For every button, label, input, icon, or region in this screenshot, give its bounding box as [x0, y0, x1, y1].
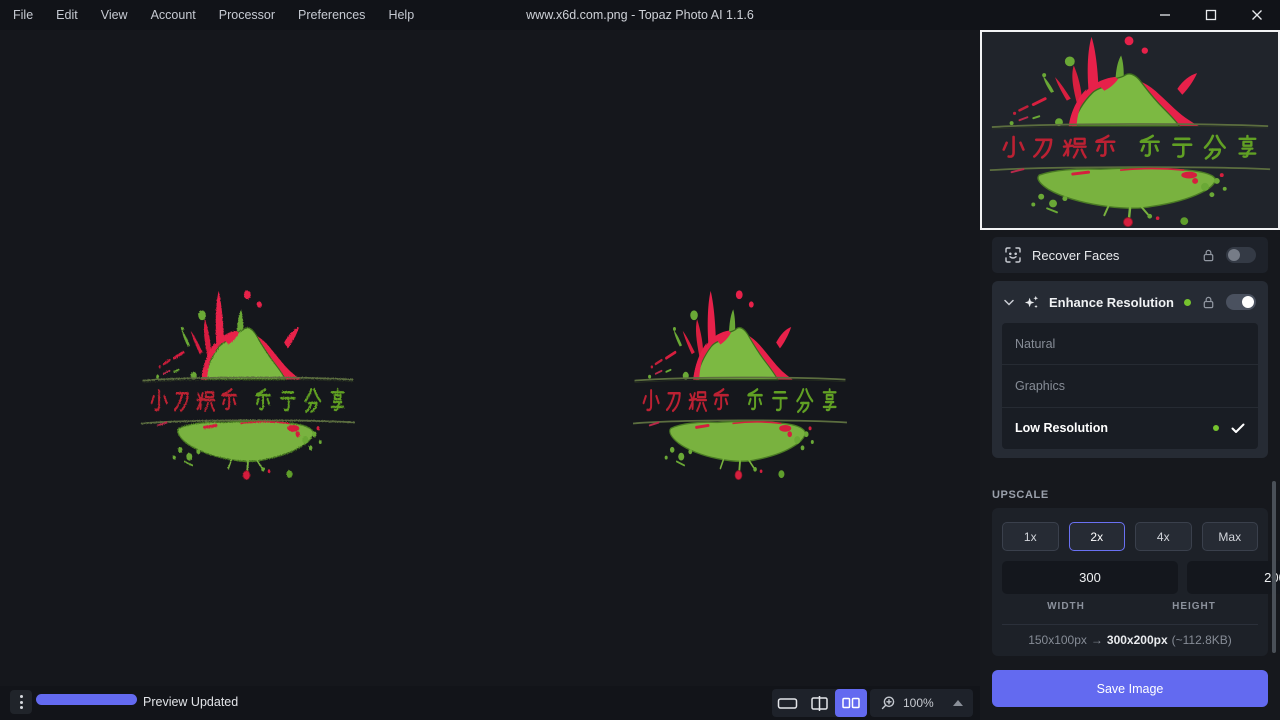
single-view-icon — [777, 696, 798, 711]
menu-bar: File Edit View Account Processor Prefere… — [0, 8, 414, 22]
enhance-resolution-label: Enhance Resolution — [1049, 295, 1174, 310]
preview-image-enhanced — [627, 286, 853, 481]
autopilot-dot-icon — [1213, 425, 1219, 431]
face-scan-icon — [1004, 246, 1022, 264]
mode-graphics-label: Graphics — [1015, 379, 1065, 393]
enhance-resolution-toggle[interactable] — [1226, 294, 1256, 310]
sidebar-scrollbar[interactable] — [1272, 481, 1276, 653]
splat-graphic-enhanced — [633, 290, 847, 479]
minimize-button[interactable] — [1142, 0, 1188, 30]
mode-graphics[interactable]: Graphics — [1002, 365, 1258, 407]
mode-natural-label: Natural — [1015, 337, 1055, 351]
side-by-side-view-icon — [841, 695, 861, 711]
height-label: HEIGHT — [1130, 601, 1258, 612]
scale-2x-button[interactable]: 2x — [1069, 522, 1126, 551]
mode-low-resolution[interactable]: Low Resolution — [1002, 408, 1258, 449]
upscale-summary: 150x100px → 300x200px (~112.8KB) — [1002, 633, 1258, 647]
view-single-button[interactable] — [772, 689, 804, 717]
summary-size: (~112.8KB) — [1172, 633, 1232, 647]
progress-bar — [36, 694, 137, 705]
menu-help[interactable]: Help — [388, 8, 414, 22]
summary-arrow: → — [1091, 633, 1103, 647]
right-sidebar: Recover Faces Enhance Resolution — [980, 30, 1280, 720]
scale-1x-button[interactable]: 1x — [1002, 522, 1059, 551]
view-side-by-side-button[interactable] — [835, 689, 867, 717]
mode-low-resolution-label: Low Resolution — [1015, 421, 1108, 435]
menu-preferences[interactable]: Preferences — [298, 8, 365, 22]
menu-processor[interactable]: Processor — [219, 8, 275, 22]
checkmark-icon — [1231, 423, 1245, 434]
status-message: Preview Updated — [143, 695, 238, 709]
summary-to: 300x200px — [1107, 633, 1168, 647]
autopilot-dot-icon — [1184, 299, 1191, 306]
scale-max-button[interactable]: Max — [1202, 522, 1259, 551]
maximize-button[interactable] — [1188, 0, 1234, 30]
menu-view[interactable]: View — [101, 8, 128, 22]
zoom-menu-triangle-icon[interactable] — [953, 700, 963, 706]
recover-faces-label: Recover Faces — [1032, 248, 1119, 263]
title-bar: File Edit View Account Processor Prefere… — [0, 0, 1280, 30]
view-split-button[interactable] — [804, 689, 836, 717]
sparkles-icon — [1023, 294, 1040, 311]
menu-account[interactable]: Account — [151, 8, 196, 22]
kebab-menu-button[interactable] — [10, 690, 32, 714]
menu-file[interactable]: File — [13, 8, 33, 22]
enhance-mode-list: Natural Graphics Low Resolution — [1002, 323, 1258, 449]
summary-from: 150x100px — [1028, 633, 1087, 647]
menu-edit[interactable]: Edit — [56, 8, 78, 22]
recover-faces-toggle[interactable] — [1226, 247, 1256, 263]
lock-icon[interactable] — [1201, 295, 1216, 310]
enhance-resolution-panel: Enhance Resolution Natural Graphics Low … — [992, 281, 1268, 458]
divider — [1002, 624, 1258, 625]
recover-faces-panel[interactable]: Recover Faces — [992, 237, 1268, 273]
minimize-icon — [1159, 9, 1171, 21]
maximize-icon — [1205, 9, 1217, 21]
window-controls — [1142, 0, 1280, 30]
lock-icon[interactable] — [1201, 248, 1216, 263]
splat-graphic-original — [141, 290, 355, 479]
app-window: File Edit View Account Processor Prefere… — [0, 0, 1280, 720]
close-icon — [1251, 9, 1263, 21]
save-image-button[interactable]: Save Image — [992, 670, 1268, 707]
navigator-thumbnail[interactable] — [980, 30, 1280, 230]
width-label: WIDTH — [1002, 601, 1130, 612]
preview-canvas[interactable] — [0, 30, 980, 686]
zoom-level[interactable]: 100% — [903, 696, 934, 710]
status-bar: Preview Updated 100% — [0, 686, 980, 720]
enhance-resolution-header[interactable]: Enhance Resolution — [992, 281, 1268, 323]
upscale-panel: 1x 2x 4x Max WIDTH HEIGHT 150x100px → 30… — [992, 508, 1268, 656]
mode-natural[interactable]: Natural — [1002, 323, 1258, 365]
height-input[interactable] — [1187, 561, 1280, 594]
close-button[interactable] — [1234, 0, 1280, 30]
view-mode-group — [772, 689, 867, 717]
width-input[interactable] — [1002, 561, 1178, 594]
chevron-down-icon[interactable] — [1004, 299, 1014, 306]
split-view-icon — [810, 695, 829, 712]
scale-button-group: 1x 2x 4x Max — [1002, 522, 1258, 551]
preview-image-original — [135, 286, 361, 481]
upscale-heading: UPSCALE — [992, 489, 1049, 501]
zoom-control[interactable]: 100% — [870, 689, 973, 717]
scale-4x-button[interactable]: 4x — [1135, 522, 1192, 551]
zoom-in-icon — [880, 695, 896, 711]
